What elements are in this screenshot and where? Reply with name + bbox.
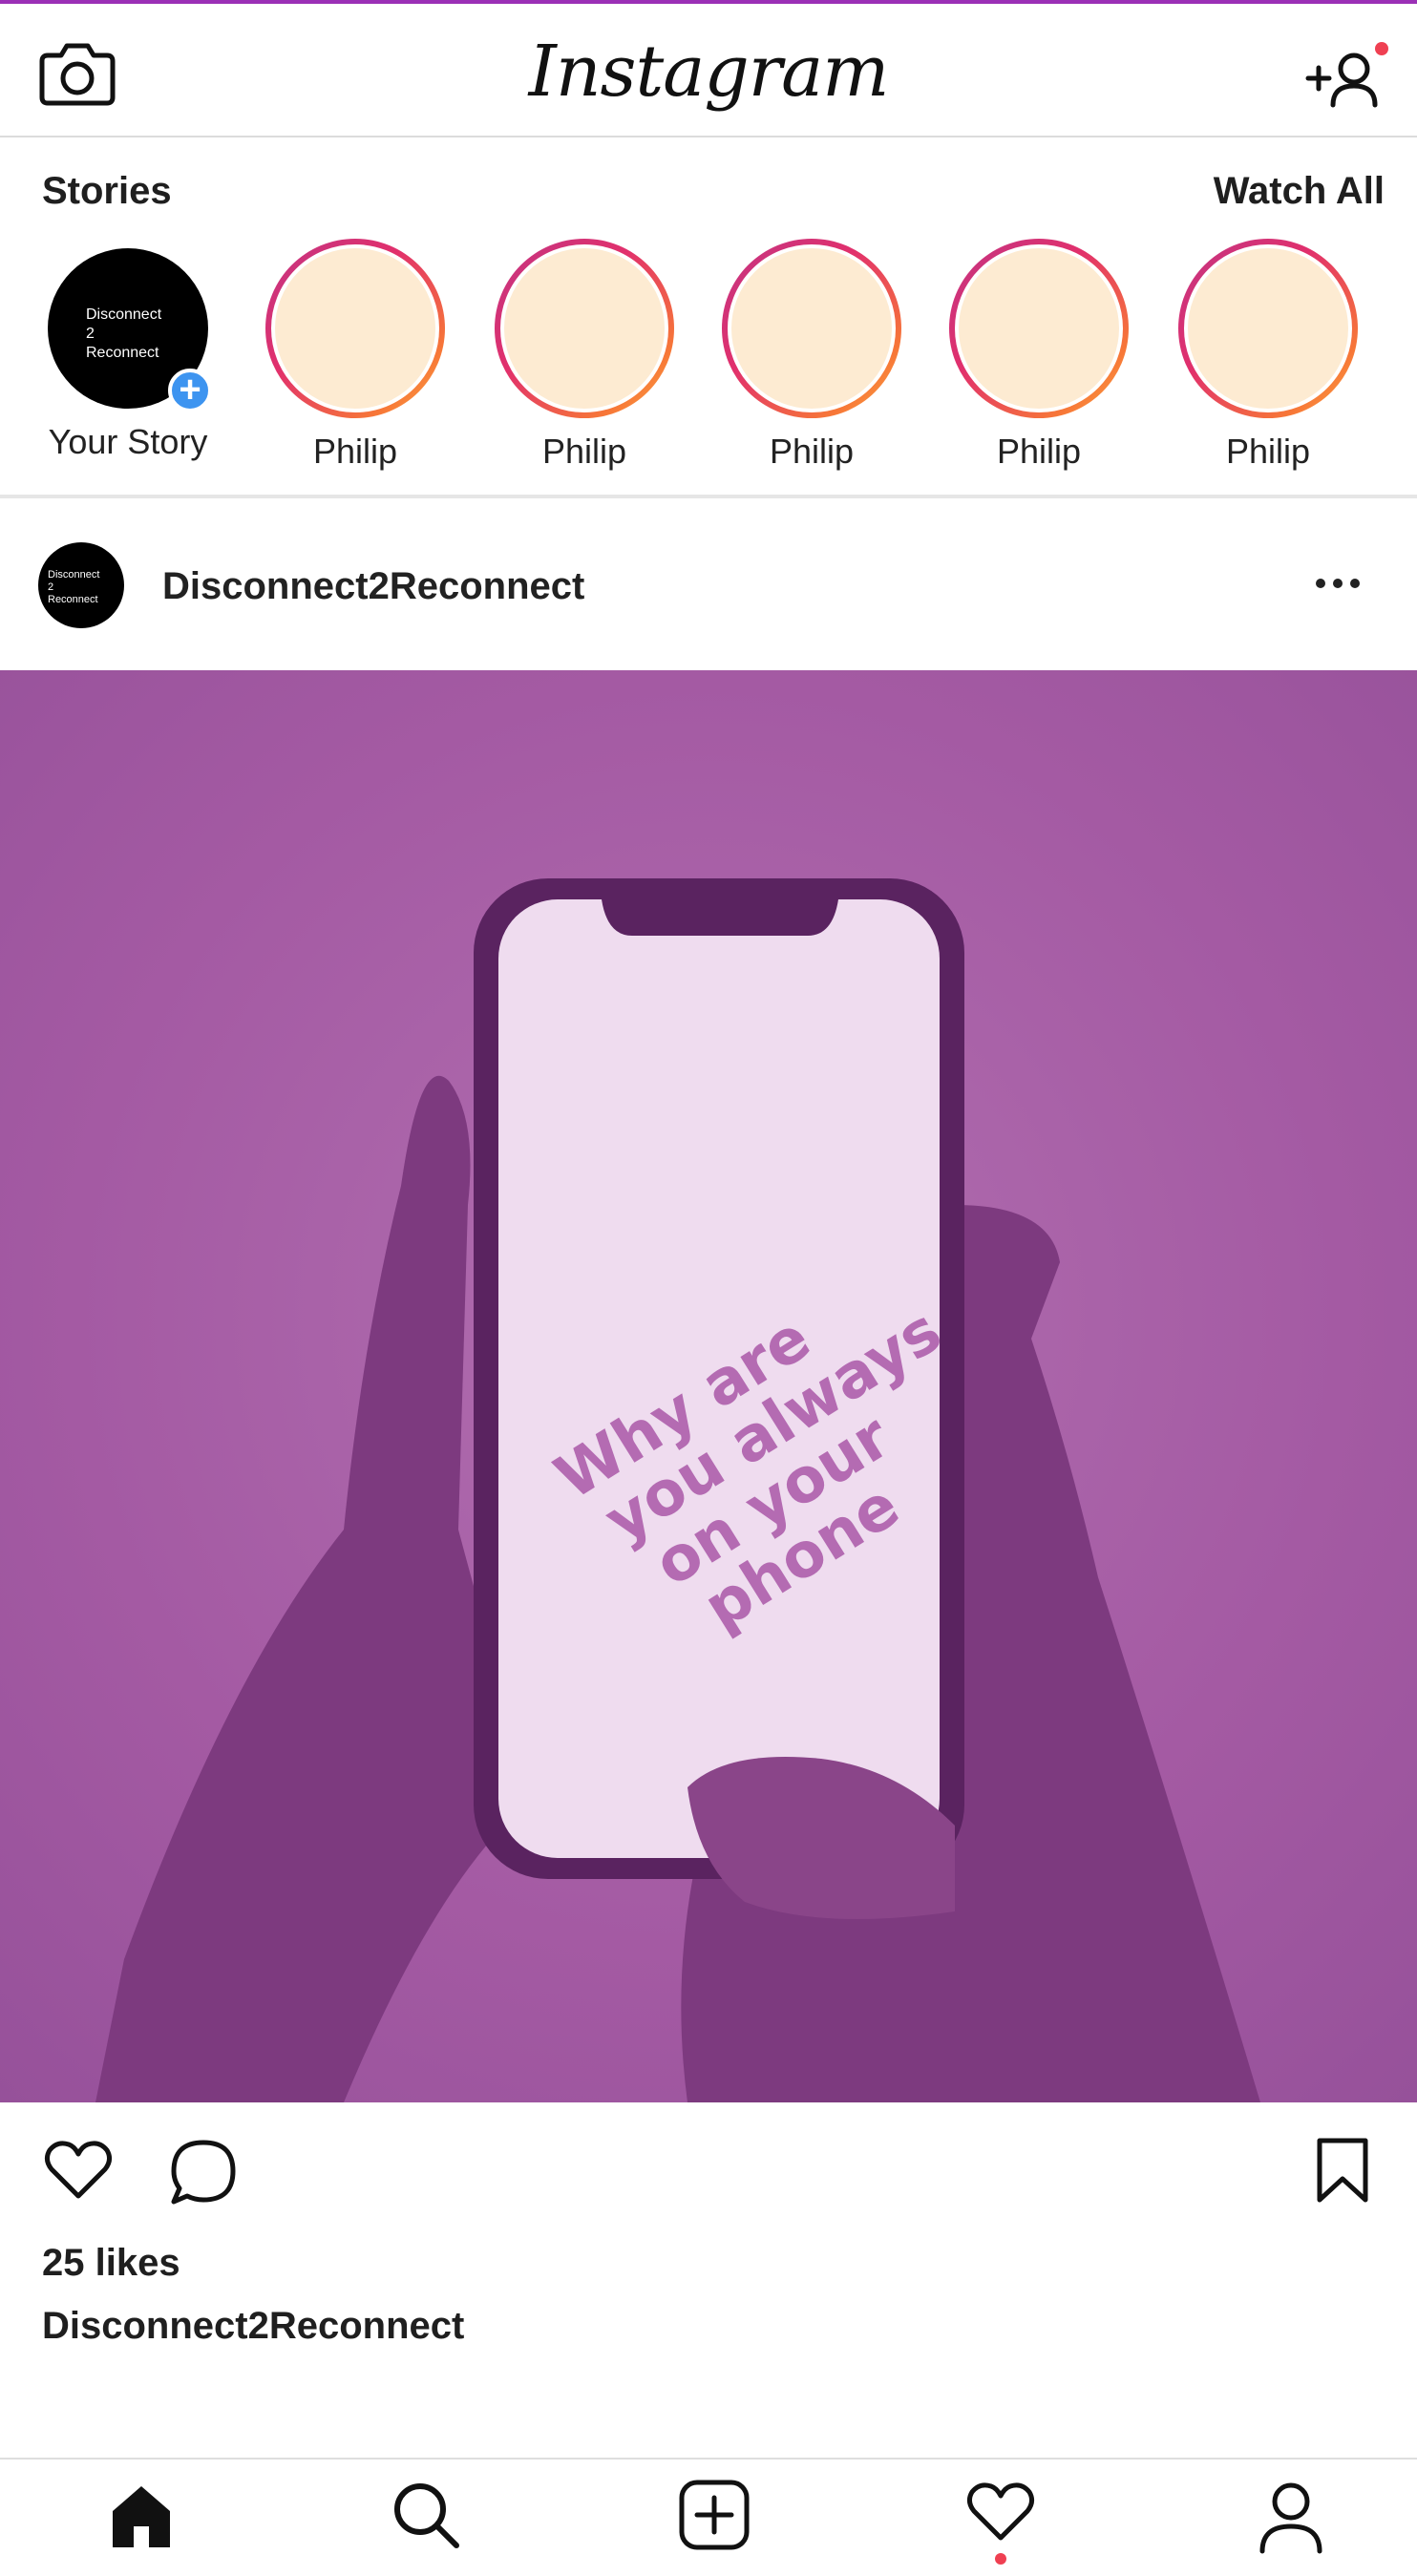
plus-square-icon[interactable] <box>678 2479 751 2551</box>
stories-divider <box>0 495 1417 498</box>
stories-title: Stories <box>42 170 172 212</box>
story-avatar <box>955 244 1123 412</box>
story-avatar <box>728 244 896 412</box>
story-ring <box>495 239 674 418</box>
story-ring <box>949 239 1129 418</box>
story-item[interactable]: Philip <box>934 239 1144 472</box>
story-name: Philip <box>769 432 855 471</box>
heart-icon[interactable] <box>42 2139 115 2202</box>
story-ring <box>722 239 901 418</box>
post-image[interactable]: Why are you always on your phone <box>0 670 1417 2102</box>
my-story-label: Your Story <box>48 422 208 461</box>
instagram-logo: Instagram <box>528 31 890 113</box>
left-hand <box>95 1075 535 2102</box>
comment-icon[interactable] <box>168 2137 239 2207</box>
story-avatar <box>500 244 668 412</box>
post-avatar[interactable]: Disconnect 2 Reconnect <box>38 542 124 628</box>
bottom-tab-bar <box>0 2458 1417 2576</box>
story-ring <box>265 239 445 418</box>
story-ring <box>1178 239 1358 418</box>
post-username[interactable]: Disconnect2Reconnect <box>162 565 584 608</box>
story-name: Philip <box>996 432 1082 471</box>
notification-dot <box>1375 42 1388 55</box>
my-story[interactable]: Disconnect 2 Reconnect + Your Story <box>32 239 223 462</box>
story-name: Philip <box>1225 432 1311 471</box>
story-item[interactable]: Philip <box>1163 239 1373 472</box>
story-item[interactable]: Philip <box>479 239 689 472</box>
likes-count[interactable]: 25 likes <box>42 2242 180 2285</box>
story-avatar <box>1184 244 1352 412</box>
avatar-text: Disconnect 2 Reconnect <box>86 306 162 361</box>
story-item[interactable]: Philip <box>707 239 917 472</box>
activity-dot <box>995 2553 1006 2565</box>
story-name: Philip <box>541 432 627 471</box>
post-header: Disconnect 2 Reconnect Disconnect2Reconn… <box>0 516 1417 668</box>
post-illustration: Why are you always on your phone <box>95 878 1260 2102</box>
add-user-icon[interactable] <box>1304 48 1385 109</box>
phone-notch <box>602 899 838 936</box>
bookmark-icon[interactable] <box>1314 2137 1371 2206</box>
add-story-icon[interactable]: + <box>168 369 212 412</box>
story-avatar <box>271 244 439 412</box>
top-bar: Instagram <box>0 0 1417 137</box>
home-icon[interactable] <box>105 2479 178 2551</box>
story-item[interactable]: Philip <box>250 239 460 472</box>
caption-username[interactable]: Disconnect2Reconnect <box>42 2305 464 2348</box>
heart-icon[interactable] <box>964 2479 1037 2544</box>
post-actions <box>0 2120 1417 2215</box>
my-story-avatar: Disconnect 2 Reconnect + <box>48 248 212 412</box>
watch-all-link[interactable]: Watch All <box>1214 170 1385 213</box>
search-icon[interactable] <box>390 2479 462 2551</box>
story-name: Philip <box>312 432 398 471</box>
profile-icon[interactable] <box>1255 2479 1327 2555</box>
avatar-text: Disconnect 2 Reconnect <box>48 569 100 605</box>
more-options-icon[interactable] <box>1314 577 1362 590</box>
